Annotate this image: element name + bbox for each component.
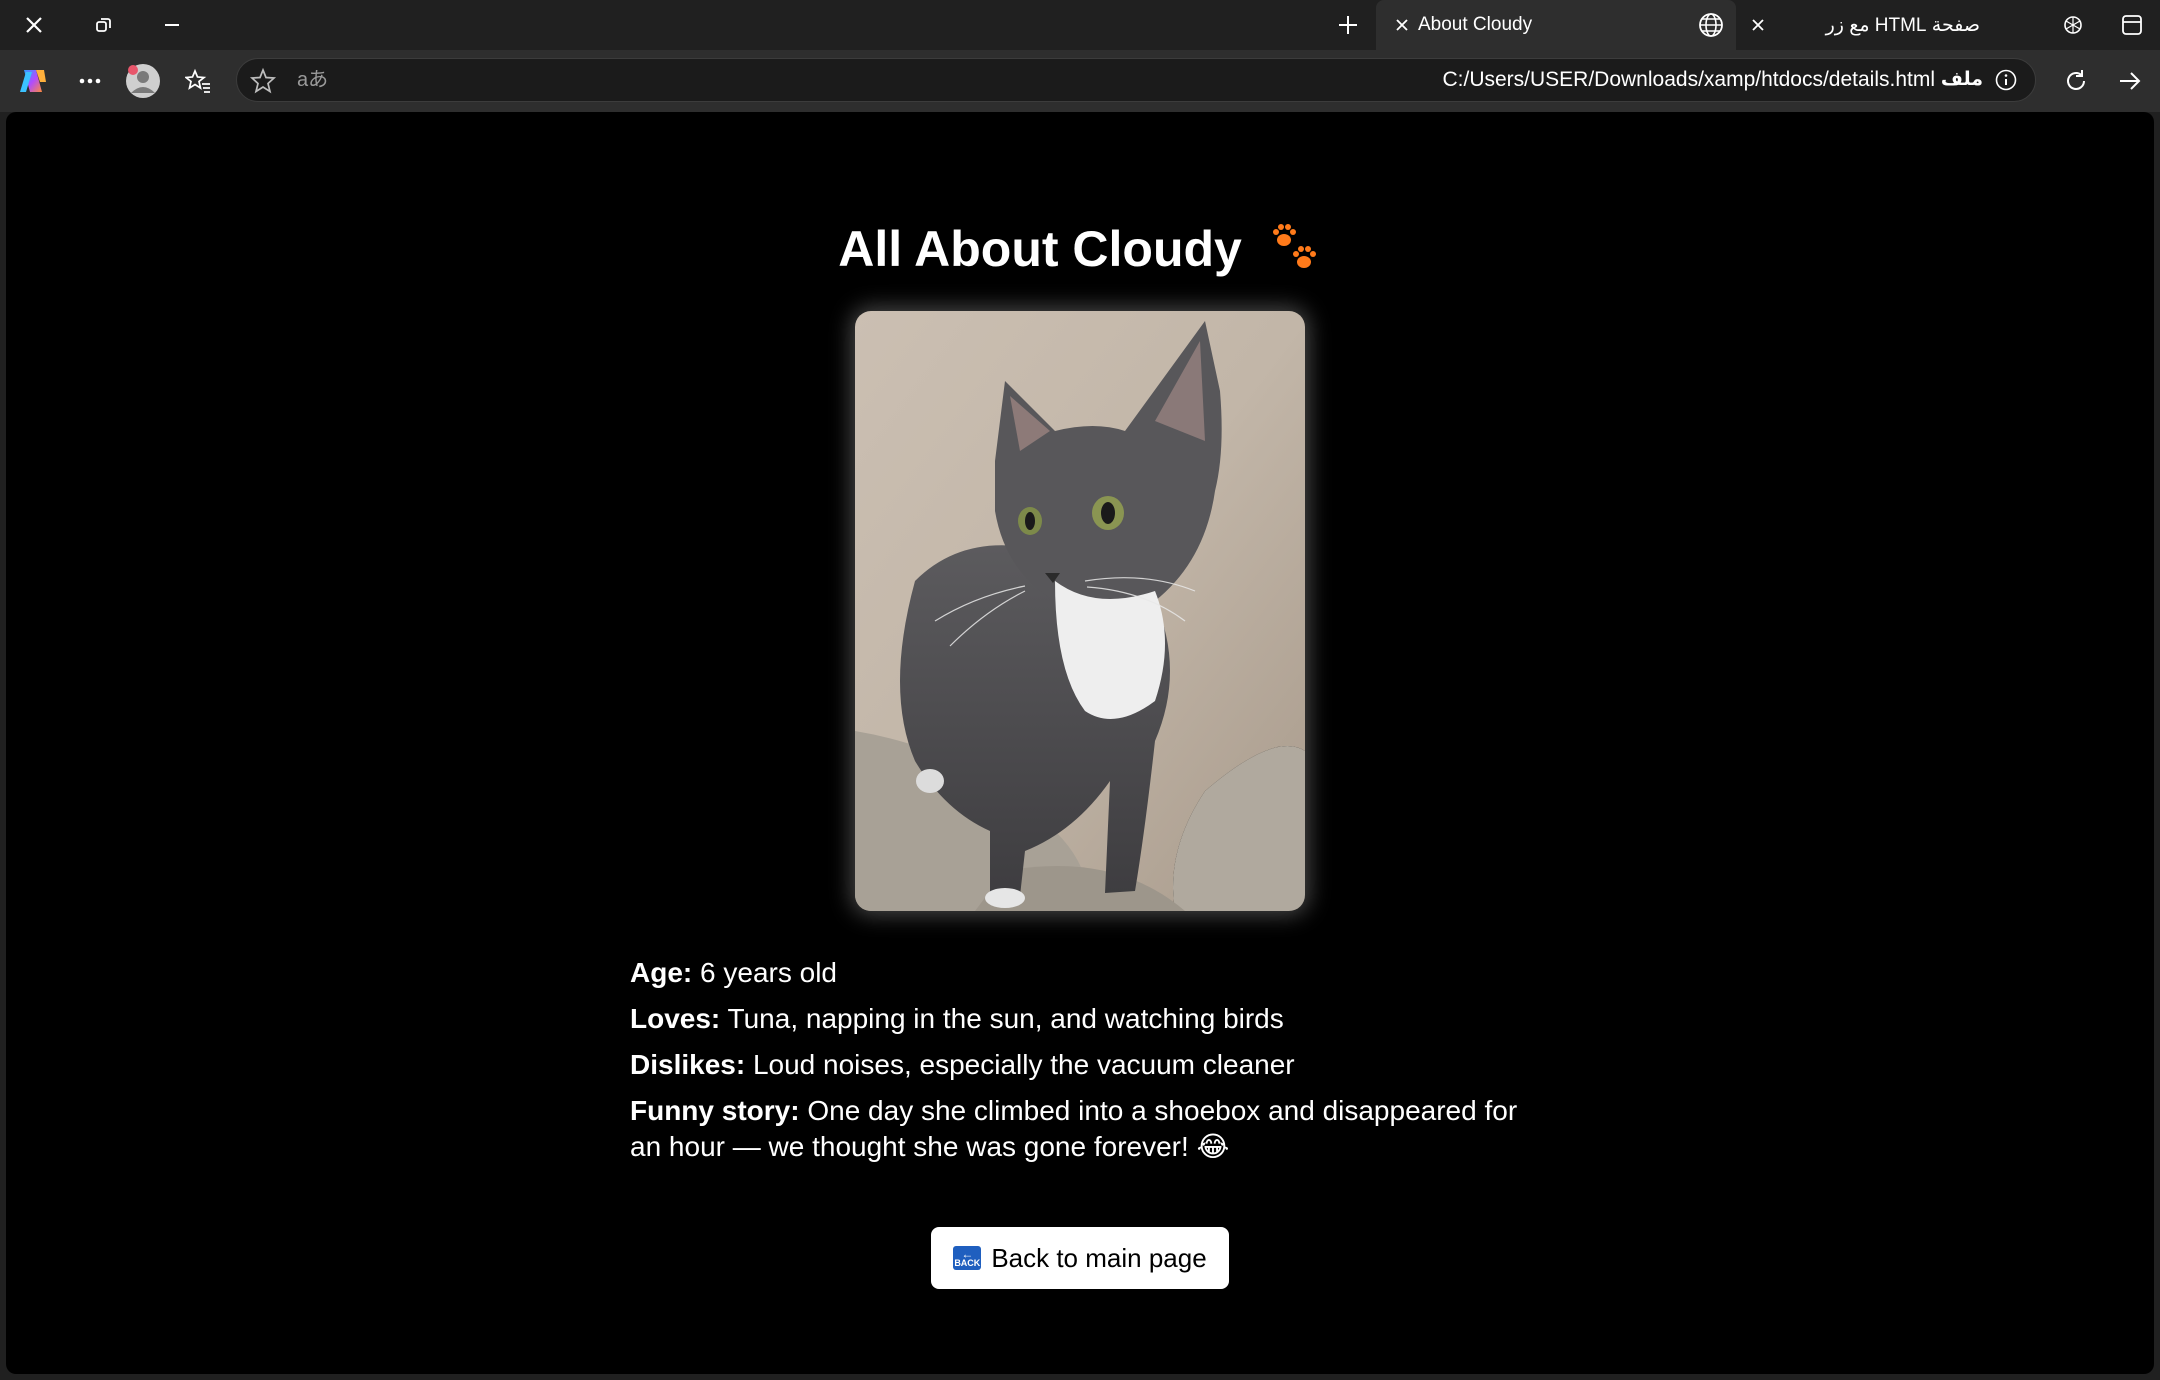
info-icon[interactable] <box>1995 69 2017 91</box>
close-window-icon[interactable] <box>14 0 54 50</box>
translate-icon[interactable]: aあ <box>297 59 328 101</box>
file-chip[interactable]: ملف <box>1941 68 1983 92</box>
detail-age: Age: 6 years old <box>630 955 1530 991</box>
page-title-text: All About Cloudy <box>838 221 1242 277</box>
tab-about-cloudy[interactable]: About Cloudy <box>1376 0 1736 50</box>
detail-funny-story: Funny story: One day she climbed into a … <box>630 1093 1530 1165</box>
star-icon[interactable] <box>249 67 277 95</box>
chatgpt-icon <box>2058 0 2088 50</box>
url-text[interactable]: C:/Users/USER/Downloads/xamp/htdocs/deta… <box>1442 59 1935 101</box>
tab-strip: About Cloudy صفحة HTML مع زر <box>0 0 2160 50</box>
back-icon-text: BACK <box>954 1257 981 1268</box>
detail-dislikes: Dislikes: Loud noises, especially the va… <box>630 1047 1530 1083</box>
minimize-icon[interactable] <box>152 0 192 50</box>
detail-loves: Loves: Tuna, napping in the sun, and wat… <box>630 1001 1530 1037</box>
browser-toolbar: aあ C:/Users/USER/Downloads/xamp/htdocs/d… <box>0 50 2160 112</box>
page-title: All About Cloudy <box>6 220 2154 285</box>
tab-html-page[interactable]: صفحة HTML مع زر <box>1740 0 2090 50</box>
paw-prints-icon <box>1270 221 1322 285</box>
tab-close-icon[interactable] <box>1390 0 1414 50</box>
new-tab-icon[interactable] <box>1328 0 1368 50</box>
refresh-icon[interactable] <box>2056 50 2096 112</box>
restore-icon[interactable] <box>84 0 124 50</box>
favorites-icon[interactable] <box>178 50 218 112</box>
sidebar-layout-icon[interactable] <box>2112 0 2152 50</box>
back-button-label: Back to main page <box>991 1242 1207 1273</box>
detail-label: Loves: <box>630 1003 721 1034</box>
profile-icon[interactable] <box>122 50 164 112</box>
tab-title: صفحة HTML مع زر <box>1825 14 1980 36</box>
cat-photo <box>855 311 1305 911</box>
more-icon[interactable] <box>70 50 110 112</box>
page-viewport: All About Cloudy Age: 6 years old Loves:… <box>6 112 2154 1374</box>
detail-value: 6 years old <box>700 957 837 988</box>
tab-title: About Cloudy <box>1418 14 1533 35</box>
forward-icon[interactable] <box>2110 50 2150 112</box>
cat-details: Age: 6 years old Loves: Tuna, napping in… <box>630 955 1530 1175</box>
detail-label: Funny story: <box>630 1095 800 1126</box>
back-arrow-icon: ← BACK <box>953 1246 982 1270</box>
detail-label: Age: <box>630 957 693 988</box>
detail-value: Loud noises, especially the vacuum clean… <box>752 1049 1295 1080</box>
tab-close-icon[interactable] <box>1746 0 1770 50</box>
back-to-main-button[interactable]: ← BACK Back to main page <box>931 1227 1229 1289</box>
detail-label: Dislikes: <box>630 1049 746 1080</box>
address-bar[interactable]: aあ C:/Users/USER/Downloads/xamp/htdocs/d… <box>236 58 2036 102</box>
globe-icon <box>1696 0 1726 50</box>
detail-value: Tuna, napping in the sun, and watching b… <box>727 1003 1284 1034</box>
copilot-icon[interactable] <box>12 50 54 112</box>
